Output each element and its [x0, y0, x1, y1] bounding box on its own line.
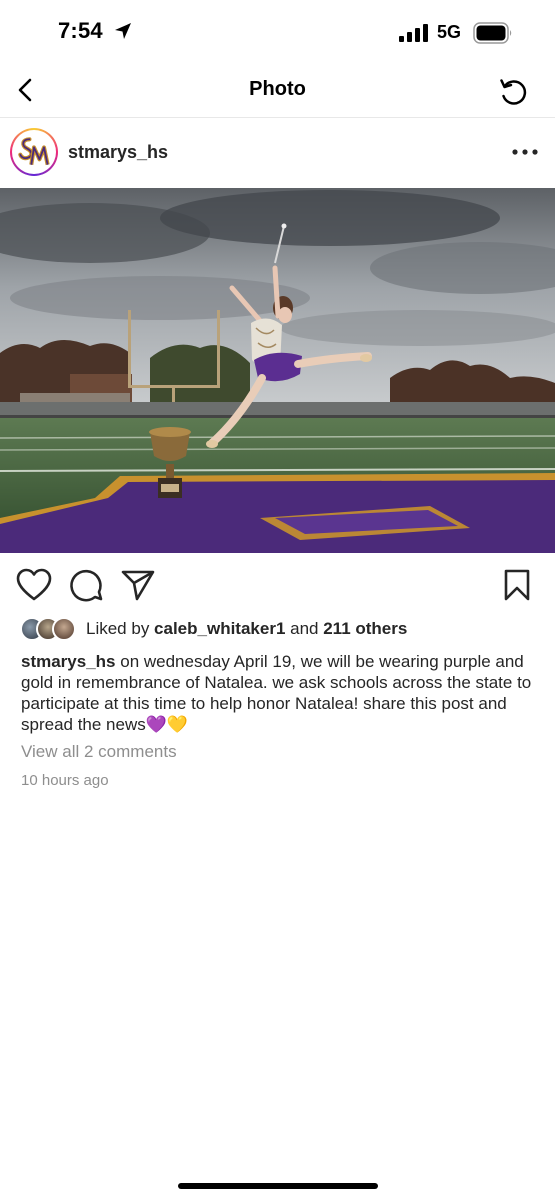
post-caption: stmarys_hs on wednesday April 19, we wil… — [21, 651, 536, 735]
signal-bars-icon — [399, 24, 428, 42]
battery-icon — [473, 22, 512, 44]
page-title: Photo — [249, 78, 306, 100]
network-label: 5G — [437, 22, 462, 42]
more-options-button[interactable] — [510, 142, 540, 162]
likes-prefix: Liked by — [86, 619, 155, 638]
liker-avatar — [52, 617, 76, 641]
post-action-bar — [0, 560, 555, 610]
school-logo-icon — [14, 132, 54, 172]
majorette-photo — [0, 188, 555, 553]
comment-icon — [70, 569, 103, 602]
heart-icon — [16, 568, 52, 601]
save-button[interactable] — [500, 568, 534, 602]
avatar[interactable] — [10, 128, 58, 176]
likes-others[interactable]: 211 others — [323, 619, 407, 638]
bookmark-icon — [504, 569, 530, 601]
post-timestamp: 10 hours ago — [21, 772, 109, 789]
send-icon — [121, 570, 155, 601]
liker-avatars[interactable] — [20, 617, 80, 641]
likes-connector: and — [285, 619, 324, 638]
home-indicator[interactable] — [178, 1183, 378, 1189]
ellipsis-icon — [512, 149, 538, 155]
likes-summary[interactable]: Liked by caleb_whitaker1 and 211 others — [86, 619, 407, 639]
share-button[interactable] — [120, 568, 156, 602]
status-time: 7:54 — [58, 18, 103, 43]
liker-username[interactable]: caleb_whitaker1 — [154, 619, 285, 638]
likes-row: Liked by caleb_whitaker1 and 211 others — [20, 615, 540, 643]
post-username[interactable]: stmarys_hs — [68, 142, 168, 163]
like-button[interactable] — [16, 568, 52, 602]
status-bar: 7:54 5G — [0, 0, 555, 64]
comment-button[interactable] — [68, 568, 104, 602]
post-photo[interactable] — [0, 188, 555, 553]
caption-username[interactable]: stmarys_hs — [21, 652, 116, 671]
refresh-button[interactable] — [495, 74, 531, 110]
location-arrow-icon — [115, 23, 131, 39]
nav-bar: Photo — [0, 64, 555, 118]
view-comments-link[interactable]: View all 2 comments — [21, 742, 177, 762]
refresh-icon — [500, 79, 527, 105]
post-header: stmarys_hs — [0, 120, 555, 188]
